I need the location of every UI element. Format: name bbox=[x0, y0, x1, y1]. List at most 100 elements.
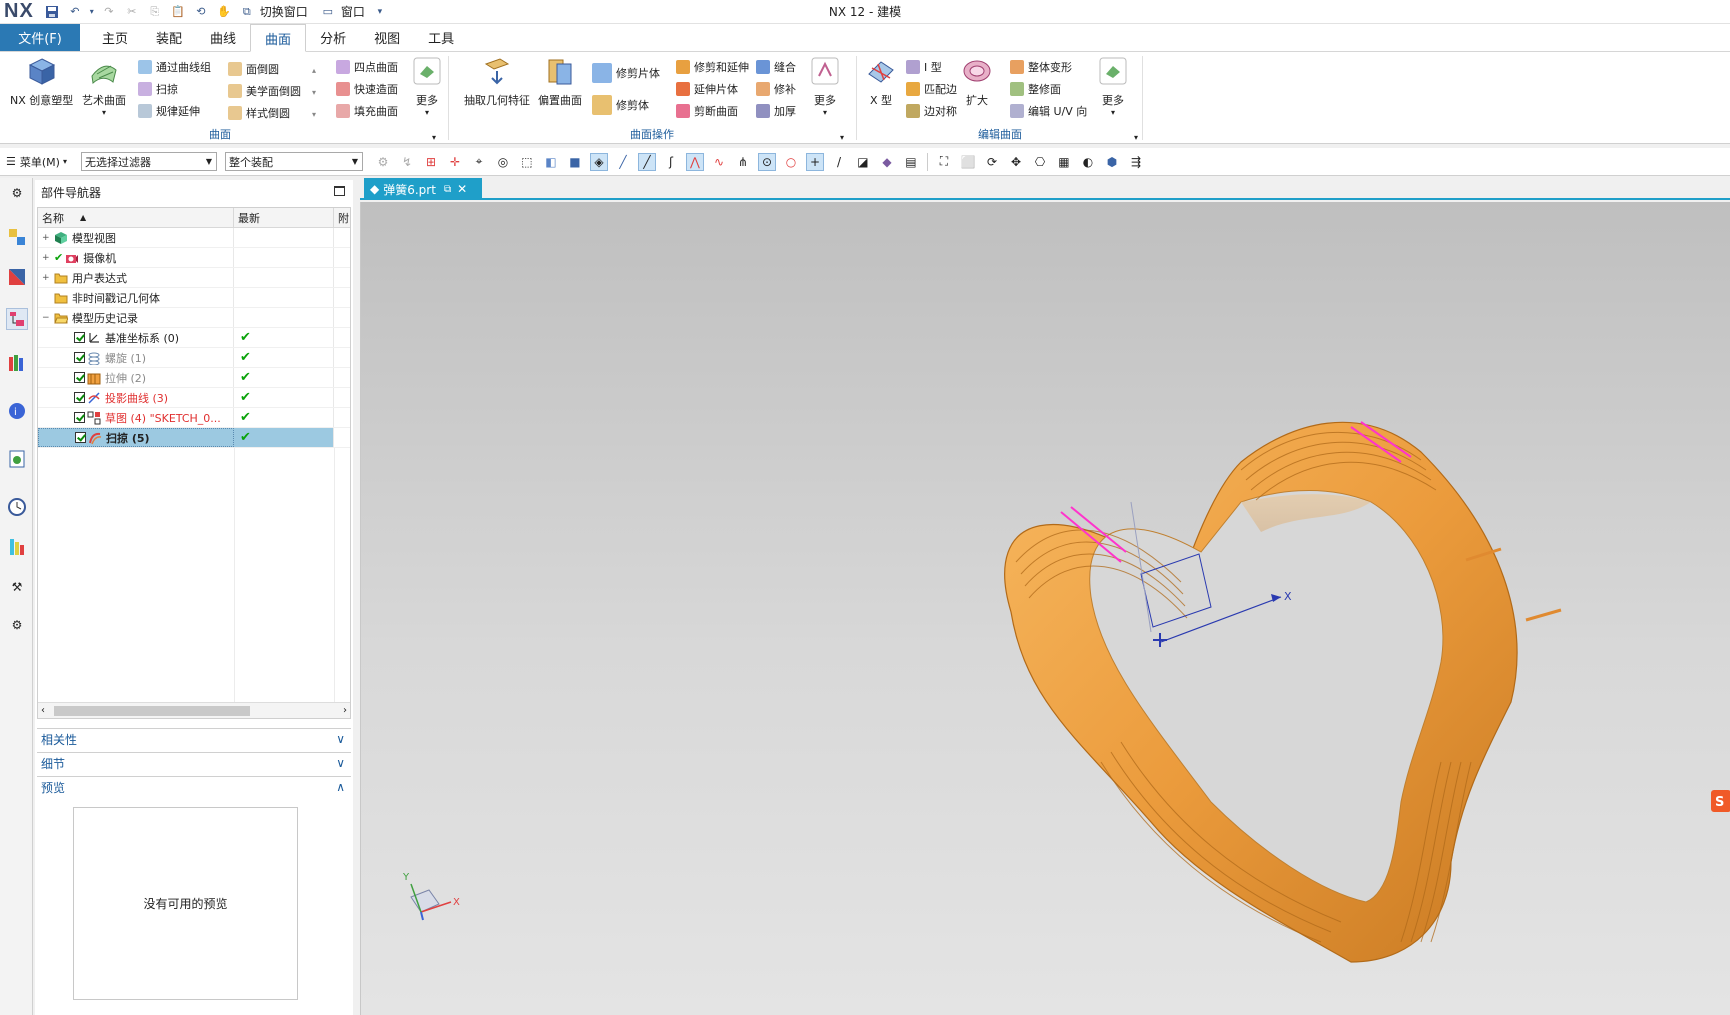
settings-icon[interactable]: ⚙ bbox=[6, 182, 28, 204]
preview-section[interactable]: 预览 ∧ bbox=[37, 776, 351, 798]
tree-row-projected-curve[interactable]: 投影曲线 (3) ✔ bbox=[38, 388, 350, 408]
snap-face-icon[interactable]: ◪ bbox=[854, 153, 872, 171]
law-extension-button[interactable]: 规律延伸 bbox=[138, 102, 200, 120]
reset-filter-icon[interactable]: ↯ bbox=[398, 153, 416, 171]
reuse-library-icon[interactable] bbox=[6, 352, 28, 374]
orient-view-icon[interactable]: ⎔ bbox=[1031, 153, 1049, 171]
collapse-icon[interactable]: − bbox=[42, 313, 50, 323]
snap-bounded-grid-icon[interactable]: ◆ bbox=[878, 153, 896, 171]
menu-button[interactable]: ☰ 菜单(M) ▾ bbox=[0, 154, 73, 170]
tree-row-model-history[interactable]: − 模型历史记录 bbox=[38, 308, 350, 328]
snap-list-icon[interactable]: ▤ bbox=[902, 153, 920, 171]
part-navigator-icon[interactable] bbox=[6, 308, 28, 330]
customize-quick-access-icon[interactable]: ▾ bbox=[375, 3, 385, 21]
fit-view-icon[interactable]: ⛶ bbox=[935, 153, 953, 171]
surface-group-dropdown-icon[interactable]: ▾ bbox=[432, 133, 436, 142]
tree-row-model-views[interactable]: + 模型视图 bbox=[38, 228, 350, 248]
extract-geometry-button[interactable]: 抽取几何特征 bbox=[464, 56, 530, 108]
zoom-window-icon[interactable]: ⬜ bbox=[959, 153, 977, 171]
patch-button[interactable]: 修补 bbox=[756, 80, 796, 98]
trim-body-button[interactable]: 修剪体 bbox=[592, 95, 649, 115]
chevron-down-icon[interactable]: ∨ bbox=[336, 756, 345, 770]
quick-surface-button[interactable]: 快速造面 bbox=[336, 80, 398, 98]
roles-icon[interactable]: ⚒ bbox=[6, 576, 28, 598]
snap-quadrant-icon[interactable]: ○ bbox=[782, 153, 800, 171]
x-form-button[interactable]: X 型 bbox=[866, 56, 896, 108]
type-filter-select[interactable]: 无选择过滤器 ▼ bbox=[80, 152, 217, 171]
view-triad[interactable]: X Y bbox=[402, 872, 460, 921]
styled-blend-button[interactable]: 样式倒圆 bbox=[228, 104, 290, 122]
match-edge-button[interactable]: 匹配边 bbox=[906, 80, 957, 98]
redo-icon[interactable]: ↷ bbox=[99, 3, 119, 21]
tree-row-user-expressions[interactable]: + 用户表达式 bbox=[38, 268, 350, 288]
copy-icon[interactable]: ⎘ bbox=[145, 3, 165, 21]
refit-face-button[interactable]: 整修面 bbox=[1010, 80, 1061, 98]
display-mode-icon[interactable]: ▦ bbox=[1055, 153, 1073, 171]
tab-home[interactable]: 主页 bbox=[88, 24, 142, 51]
undo-dropdown-icon[interactable]: ▾ bbox=[88, 3, 96, 21]
visibility-checkbox[interactable] bbox=[75, 432, 86, 443]
component-select-icon[interactable]: ◎ bbox=[494, 153, 512, 171]
snap-curve-icon[interactable]: ʃ bbox=[662, 153, 680, 171]
tree-row-extrude[interactable]: 拉伸 (2) ✔ bbox=[38, 368, 350, 388]
snap-tangent-icon[interactable]: / bbox=[830, 153, 848, 171]
through-curve-mesh-button[interactable]: 通过曲线组 bbox=[138, 58, 211, 76]
window-icon[interactable]: ▭ bbox=[318, 3, 338, 21]
tree-row-cameras[interactable]: + ✔ 摄像机 bbox=[38, 248, 350, 268]
snap-endpoint-icon[interactable]: ◈ bbox=[589, 152, 608, 171]
column-header-extra[interactable]: 附 bbox=[334, 208, 350, 227]
art-surface-button[interactable]: 艺术曲面 ▾ bbox=[82, 56, 126, 117]
tree-row-datum-csys[interactable]: 基准坐标系 (0) ✔ bbox=[38, 328, 350, 348]
close-icon[interactable]: ✕ bbox=[457, 182, 467, 196]
chevron-down-icon[interactable]: ∨ bbox=[336, 732, 345, 746]
process-studio-icon[interactable] bbox=[6, 536, 28, 558]
enlarge-button[interactable]: 扩大 bbox=[962, 56, 992, 108]
view-triad-icon[interactable]: ⇶ bbox=[1127, 153, 1145, 171]
paste-icon[interactable]: 📋 bbox=[168, 3, 188, 21]
sew-button[interactable]: 缝合 bbox=[756, 58, 796, 76]
pan-icon[interactable]: ✥ bbox=[1007, 153, 1025, 171]
dependencies-section[interactable]: 相关性 ∨ bbox=[37, 728, 351, 750]
constraint-navigator-icon[interactable] bbox=[6, 266, 28, 288]
scroll-left-icon[interactable]: ‹ bbox=[41, 705, 45, 716]
visibility-checkbox[interactable] bbox=[74, 372, 85, 383]
tab-tools[interactable]: 工具 bbox=[414, 24, 468, 51]
tree-row-swept[interactable]: 扫掠 (5) ✔ bbox=[38, 428, 350, 448]
thicken-button[interactable]: 加厚 bbox=[756, 102, 796, 120]
history-icon[interactable] bbox=[6, 496, 28, 518]
trim-extend-button[interactable]: 修剪和延伸 bbox=[676, 58, 749, 76]
swept-button[interactable]: 扫掠 bbox=[138, 80, 178, 98]
section-view-icon[interactable]: ◐ bbox=[1079, 153, 1097, 171]
global-shaping-button[interactable]: 整体变形 bbox=[1010, 58, 1072, 76]
float-window-icon[interactable]: ⧉ bbox=[444, 184, 451, 195]
snap-point-icon[interactable]: ✛ bbox=[446, 153, 464, 171]
expand-icon[interactable]: + bbox=[42, 273, 50, 283]
edit-surface-dropdown-icon[interactable]: ▾ bbox=[1134, 133, 1138, 142]
tree-row-helix[interactable]: 螺旋 (1) ✔ bbox=[38, 348, 350, 368]
scrollbar-thumb[interactable] bbox=[54, 706, 250, 716]
aesthetic-face-blend-button[interactable]: 美学面倒圆 bbox=[228, 82, 301, 100]
rotate-icon[interactable]: ⟳ bbox=[983, 153, 1001, 171]
render-style-icon[interactable]: ⬢ bbox=[1103, 153, 1121, 171]
visibility-checkbox[interactable] bbox=[74, 332, 85, 343]
snap-control-point-icon[interactable]: ⋀ bbox=[685, 152, 704, 171]
expand-icon[interactable]: + bbox=[42, 253, 50, 263]
nx-creative-button[interactable]: NX 创意塑型 bbox=[10, 56, 73, 108]
touch-mode-icon[interactable]: ✋ bbox=[214, 3, 234, 21]
graphics-window[interactable]: X X Y S bbox=[360, 202, 1730, 1015]
assembly-navigator-icon[interactable] bbox=[6, 226, 28, 248]
tab-view[interactable]: 视图 bbox=[360, 24, 414, 51]
snap-spline-icon[interactable]: ∿ bbox=[710, 153, 728, 171]
cut-icon[interactable]: ✂ bbox=[122, 3, 142, 21]
tab-analysis[interactable]: 分析 bbox=[306, 24, 360, 51]
undo-icon[interactable]: ↶ bbox=[65, 3, 85, 21]
filter-icon[interactable]: ⚙ bbox=[374, 153, 392, 171]
horizontal-scrollbar[interactable]: ‹ › bbox=[38, 702, 350, 718]
visibility-checkbox[interactable] bbox=[74, 392, 85, 403]
window-menu-button[interactable]: 窗口 bbox=[341, 3, 365, 20]
heart-spring-model[interactable]: X X Y S bbox=[361, 202, 1730, 1015]
tab-file[interactable]: 文件(F) bbox=[0, 24, 80, 51]
edit-uv-button[interactable]: 编辑 U/V 向 bbox=[1010, 102, 1087, 120]
face-blend-button[interactable]: 面倒圆 bbox=[228, 60, 279, 78]
tree-row-sketch[interactable]: 草图 (4) "SKETCH_0... ✔ bbox=[38, 408, 350, 428]
